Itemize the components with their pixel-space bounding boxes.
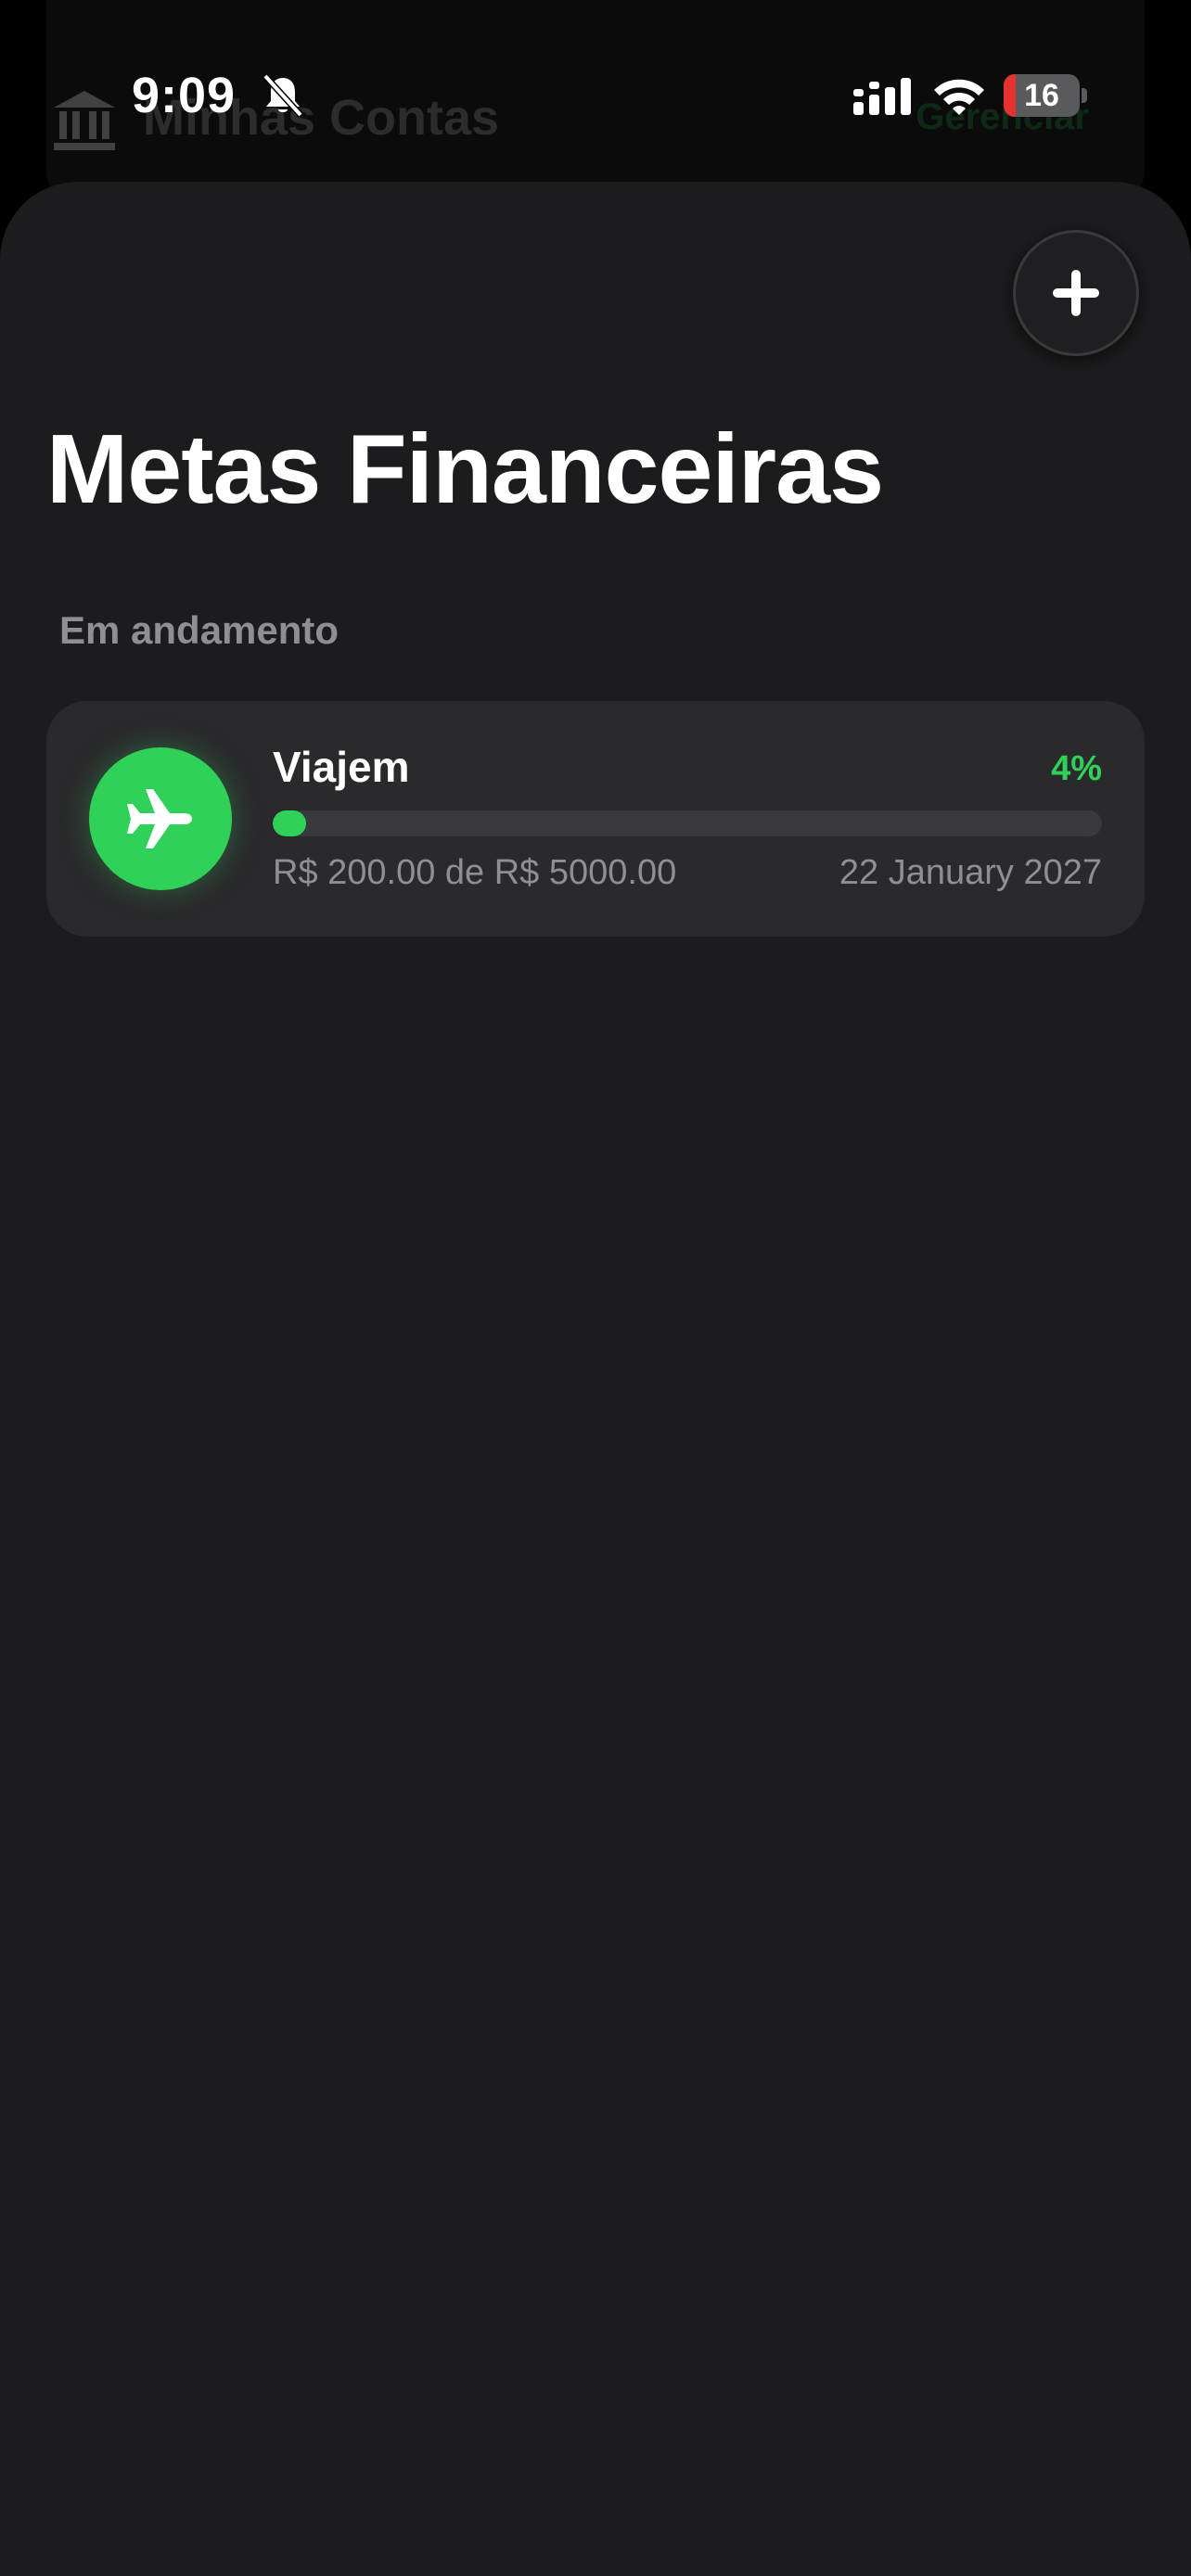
goal-icon-circle xyxy=(89,747,232,890)
add-goal-button[interactable] xyxy=(1013,230,1139,356)
screen: Minhas Contas Gerenciar 9:09 16 Metas Fi… xyxy=(0,0,1191,2576)
goal-progress-bar xyxy=(273,810,1102,836)
goal-progress-fill xyxy=(273,810,306,836)
goals-sheet xyxy=(0,182,1191,2576)
status-time: 9:09 xyxy=(132,68,237,123)
status-bar: 9:09 16 xyxy=(0,0,1191,185)
section-header-in-progress: Em andamento xyxy=(59,608,339,652)
bell-slash-icon xyxy=(263,73,303,118)
battery-level: 16 xyxy=(1024,78,1059,113)
goal-percent: 4% xyxy=(1051,749,1102,788)
wifi-icon xyxy=(934,79,984,115)
cellular-signal-icon xyxy=(853,78,911,115)
plus-icon xyxy=(1053,270,1099,316)
goal-name: Viajem xyxy=(273,743,410,791)
battery-icon: 16 xyxy=(1004,74,1080,117)
battery-cap xyxy=(1082,88,1087,103)
airplane-icon xyxy=(127,789,192,848)
goal-card[interactable]: Viajem 4% R$ 200.00 de R$ 5000.00 22 Jan… xyxy=(46,701,1145,937)
page-title: Metas Financeiras xyxy=(46,414,884,524)
goal-target-date: 22 January 2027 xyxy=(839,853,1102,892)
goal-amount: R$ 200.00 de R$ 5000.00 xyxy=(273,853,677,892)
